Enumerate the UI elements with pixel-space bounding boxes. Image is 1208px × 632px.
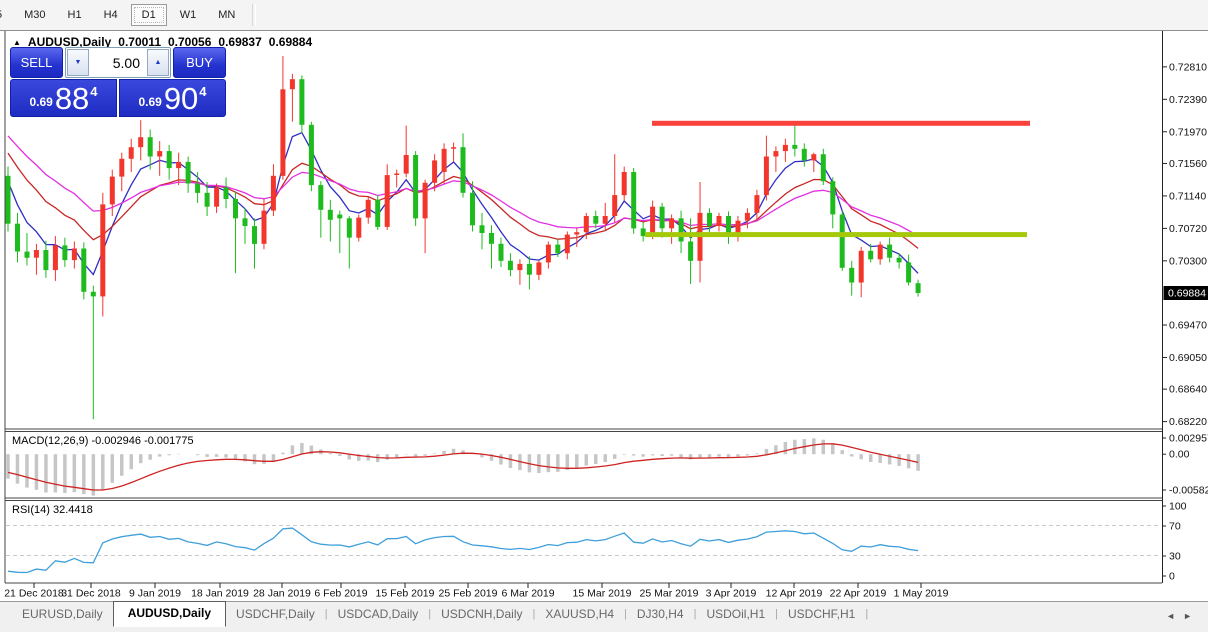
svg-text:70: 70 (1169, 521, 1181, 533)
timeframe-d1-button[interactable]: D1 (131, 4, 167, 26)
sell-price-pips: 88 (55, 85, 89, 113)
svg-text:22 Apr 2019: 22 Apr 2019 (830, 588, 887, 600)
tab-separator: | (865, 608, 868, 620)
sell-button[interactable]: SELL (10, 47, 63, 78)
buy-button[interactable]: BUY (173, 47, 226, 78)
rsi-label: RSI(14) 32.4418 (12, 504, 93, 516)
ohlc-close: 0.69884 (269, 35, 312, 49)
svg-text:100: 100 (1169, 501, 1187, 513)
chart-tabbar: EURUSD,Daily AUDUSD,Daily USDCHF,Daily |… (0, 601, 1208, 632)
svg-text:15 Feb 2019: 15 Feb 2019 (376, 588, 435, 600)
svg-text:0: 0 (1169, 571, 1175, 583)
svg-text:3 Apr 2019: 3 Apr 2019 (706, 588, 757, 600)
sell-price-point: 4 (90, 84, 97, 99)
tab-audusd-daily[interactable]: AUDUSD,Daily (113, 601, 226, 627)
svg-text:28 Jan 2019: 28 Jan 2019 (253, 588, 311, 600)
svg-text:0.69050: 0.69050 (1169, 352, 1207, 364)
svg-text:18 Jan 2019: 18 Jan 2019 (191, 588, 249, 600)
mt4-terminal: { "toolbar": { "timeframes": ["5", "M30"… (0, 0, 1208, 631)
tab-xauusd-h4[interactable]: XAUUSD,H4 (535, 603, 624, 625)
svg-text:6 Feb 2019: 6 Feb 2019 (314, 588, 367, 600)
macd-label: MACD(12,26,9) -0.002946 -0.001775 (12, 435, 194, 447)
svg-text:25 Mar 2019: 25 Mar 2019 (640, 588, 699, 600)
buy-price-point: 4 (199, 84, 206, 99)
buy-price-prefix: 0.69 (138, 95, 161, 109)
svg-text:0.69884: 0.69884 (1168, 288, 1206, 300)
timeframe-m5-button[interactable]: 5 (0, 5, 11, 25)
svg-text:30: 30 (1169, 551, 1181, 563)
tab-dj30-h4[interactable]: DJ30,H4 (627, 603, 694, 625)
collapse-chart-icon[interactable]: ▲ (13, 38, 21, 47)
timeframe-mn-button[interactable]: MN (209, 5, 244, 25)
tab-usdchf-daily[interactable]: USDCHF,Daily (226, 603, 325, 625)
svg-text:0.68220: 0.68220 (1169, 416, 1207, 428)
volume-input[interactable] (90, 48, 146, 77)
svg-text:0.71560: 0.71560 (1169, 158, 1207, 170)
svg-text:21 Dec 2018: 21 Dec 2018 (4, 588, 64, 600)
svg-text:31 Dec 2018: 31 Dec 2018 (61, 588, 121, 600)
tab-scroll-right-icon: ► (1183, 611, 1200, 621)
tab-scroll-left-icon: ◄ (1166, 611, 1183, 621)
svg-text:25 Feb 2019: 25 Feb 2019 (439, 588, 498, 600)
tab-eurusd-daily[interactable]: EURUSD,Daily (12, 603, 113, 625)
volume-increase-button[interactable]: ▲ (147, 49, 169, 76)
svg-text:12 Apr 2019: 12 Apr 2019 (766, 588, 823, 600)
toolbar-separator (252, 4, 256, 26)
timeframe-m30-button[interactable]: M30 (15, 5, 54, 25)
svg-text:0.72390: 0.72390 (1169, 94, 1207, 106)
svg-text:-0.005825: -0.005825 (1169, 485, 1208, 497)
svg-text:15 Mar 2019: 15 Mar 2019 (573, 588, 632, 600)
svg-text:0.72810: 0.72810 (1169, 61, 1207, 73)
volume-decrease-button[interactable]: ▼ (67, 49, 89, 76)
svg-text:0.68640: 0.68640 (1169, 384, 1207, 396)
svg-text:9 Jan 2019: 9 Jan 2019 (129, 588, 181, 600)
timeframe-h1-button[interactable]: H1 (59, 5, 91, 25)
one-click-trading-panel: SELL ▼ ▲ BUY 0.69 88 4 0.69 90 4 (10, 47, 226, 117)
svg-text:0.71970: 0.71970 (1169, 126, 1207, 138)
tab-usdcad-daily[interactable]: USDCAD,Daily (328, 603, 429, 625)
svg-text:0.002957: 0.002957 (1169, 433, 1208, 445)
svg-text:0.70300: 0.70300 (1169, 255, 1207, 267)
tab-usdcnh-daily[interactable]: USDCNH,Daily (431, 603, 532, 625)
tab-usdchf-h1[interactable]: USDCHF,H1 (778, 603, 865, 625)
svg-text:0.69470: 0.69470 (1169, 319, 1207, 331)
svg-text:0.71140: 0.71140 (1169, 190, 1206, 202)
volume-stepper: ▼ ▲ (65, 47, 171, 78)
tab-usdoil-h1[interactable]: USDOil,H1 (696, 603, 775, 625)
buy-price-pips: 90 (164, 85, 198, 113)
sell-price-prefix: 0.69 (29, 95, 52, 109)
svg-text:0.00: 0.00 (1169, 449, 1190, 461)
svg-text:6 Mar 2019: 6 Mar 2019 (501, 588, 554, 600)
svg-text:0.70720: 0.70720 (1169, 223, 1207, 235)
timeframe-h4-button[interactable]: H4 (95, 5, 127, 25)
tab-scroll-arrows[interactable]: ◄► (1166, 611, 1200, 621)
timeframe-toolbar: 5 M30 H1 H4 D1 W1 MN (0, 0, 1208, 31)
timeframe-w1-button[interactable]: W1 (171, 5, 206, 25)
sell-price-button[interactable]: 0.69 88 4 (10, 79, 117, 117)
svg-text:1 May 2019: 1 May 2019 (894, 588, 949, 600)
buy-price-button[interactable]: 0.69 90 4 (119, 79, 226, 117)
